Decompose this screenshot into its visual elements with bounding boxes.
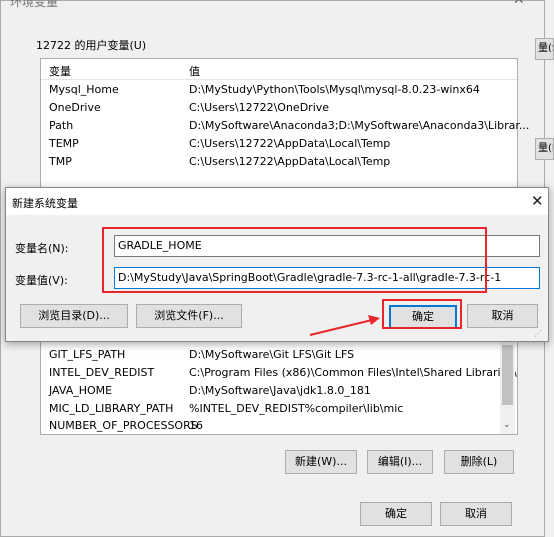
table-row[interactable]: TEMP C:\Users\12722\AppData\Local\Temp [41,135,517,152]
highlight-box [382,299,462,329]
delete-system-var-button[interactable]: 删除(L) [444,450,514,474]
var-name: TMP [49,155,72,168]
edit-system-var-button[interactable]: 编辑(I)... [367,450,433,474]
var-value-label: 变量值(V): [15,274,68,287]
var-value: %INTEL_DEV_REDIST%compiler\lib\mic [189,402,404,415]
close-icon[interactable]: ✕ [531,192,544,210]
dialog-title: 新建系统变量 [12,197,78,210]
table-row[interactable]: NUMBER_OF_PROCESSORS 16 [41,417,517,434]
scrollbar-thumb[interactable] [502,345,513,405]
var-value: C:\Users\12722\AppData\Local\Temp [189,137,391,150]
table-row[interactable]: OneDrive C:\Users\12722\OneDrive [41,99,517,116]
var-name: Path [49,119,74,132]
var-name: INTEL_DEV_REDIST [49,366,155,379]
var-value: D:\MyStudy\Python\Tools\Mysql\mysql-8.0.… [189,83,480,96]
arrow-icon [309,315,380,336]
var-name: MIC_LD_LIBRARY_PATH [49,402,174,415]
table-row[interactable]: JAVA_HOME D:\MySoftware\Java\jdk1.8.0_18… [41,382,517,399]
user-vars-group-label: 12722 的用户变量(U) [36,39,147,52]
var-name: GIT_LFS_PATH [49,348,126,361]
chevron-down-icon[interactable]: ⌄ [503,420,511,430]
table-row[interactable]: MIC_LD_LIBRARY_PATH %INTEL_DEV_REDIST%co… [41,400,517,417]
background-button[interactable]: 量(E [535,138,554,160]
env-dialog-title: 环境变量 [10,0,59,9]
background-button[interactable]: 量(S [535,38,554,60]
var-name: Mysql_Home [49,83,119,96]
var-value: D:\MySoftware\Java\jdk1.8.0_181 [189,384,371,397]
table-row[interactable]: Mysql_Home D:\MyStudy\Python\Tools\Mysql… [41,81,517,98]
resize-grip-icon[interactable]: ⋰ [534,329,542,338]
close-icon[interactable]: ✕ [513,0,525,8]
list-header: 变量 值 [41,59,517,80]
highlight-box [102,227,487,293]
var-name: TEMP [49,137,79,150]
env-ok-button[interactable]: 确定 [360,502,432,526]
var-value: D:\MySoftware\Anaconda3;D:\MySoftware\An… [189,119,530,132]
new-var-cancel-button[interactable]: 取消 [467,304,538,328]
user-vars-list[interactable]: 变量 值 Mysql_Home D:\MyStudy\Python\Tools\… [40,58,529,188]
table-row[interactable]: Path D:\MySoftware\Anaconda3;D:\MySoftwa… [41,117,529,134]
new-system-var-dialog: 新建系统变量 ✕ 变量名(N): GRADLE_HOME 变量值(V): D:\… [5,187,549,342]
column-header-name[interactable]: 变量 [49,63,71,79]
new-system-var-button[interactable]: 新建(W)... [285,450,357,474]
var-name: OneDrive [49,101,101,114]
browse-directory-button[interactable]: 浏览目录(D)... [20,304,128,328]
var-value: C:\Users\12722\OneDrive [189,101,330,114]
env-cancel-button[interactable]: 取消 [440,502,512,526]
var-value: C:\Program Files (x86)\Common Files\Inte… [189,366,517,379]
table-row[interactable]: INTEL_DEV_REDIST C:\Program Files (x86)\… [41,364,517,381]
dialog-title-bar: 新建系统变量 ✕ [6,188,548,215]
table-row[interactable]: TMP C:\Users\12722\AppData\Local\Temp [41,153,517,170]
var-name-label: 变量名(N): [15,242,69,255]
var-value: D:\MySoftware\Git LFS\Git LFS [189,348,355,361]
var-value: C:\Users\12722\AppData\Local\Temp [189,155,391,168]
var-name: NUMBER_OF_PROCESSORS [49,419,198,432]
var-name: JAVA_HOME [49,384,113,397]
table-row[interactable]: GIT_LFS_PATH D:\MySoftware\Git LFS\Git L… [41,346,517,363]
browse-file-button[interactable]: 浏览文件(F)... [136,304,242,328]
column-header-value[interactable]: 值 [189,63,200,79]
var-value: 16 [189,419,203,432]
